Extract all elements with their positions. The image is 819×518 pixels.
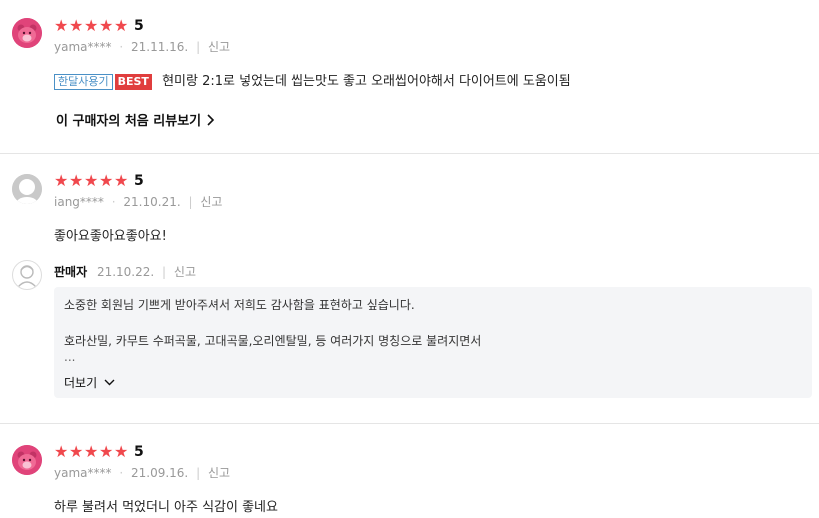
seller-reply-date: 21.10.22. — [96, 265, 155, 279]
review-content: 좋아요좋아요좋아요! — [54, 229, 167, 244]
review-text: 하루 불려서 먹었더니 아주 식감이 좋네요 — [54, 496, 278, 515]
chevron-down-icon — [104, 379, 115, 386]
seller-reply-line: 소중한 회원님 기쁘게 받아주셔서 저희도 감사함을 표현하고 싶습니다. — [64, 298, 415, 312]
bear-avatar-icon — [12, 18, 42, 48]
review-content: 하루 불려서 먹었더니 아주 식감이 좋네요 — [54, 500, 278, 515]
star-icon: ★ — [114, 16, 129, 35]
rating-stars: ★ ★ ★ ★ ★ 5 — [54, 442, 144, 461]
review-meta: iang**** · 21.10.21. | 신고 — [54, 193, 222, 210]
avatar — [12, 174, 42, 204]
seller-report-button[interactable]: 신고 — [174, 265, 196, 279]
meta-dot: · — [119, 466, 124, 480]
seller-name: 판매자 — [54, 265, 88, 279]
rating-score: 5 — [134, 173, 144, 189]
review-divider — [0, 153, 819, 154]
seller-avatar — [12, 260, 42, 290]
star-icon: ★ — [84, 16, 99, 35]
meta-divider: | — [188, 195, 193, 209]
star-icon: ★ — [84, 171, 99, 190]
more-button[interactable]: 더보기 — [64, 374, 115, 391]
review-content: 현미랑 2:1로 넣었는데 씹는맛도 좋고 오래씹어야해서 다이어트에 도움이됨 — [162, 74, 571, 89]
star-icon: ★ — [54, 171, 69, 190]
default-user-icon — [12, 174, 42, 204]
meta-dot: · — [111, 195, 116, 209]
report-button[interactable]: 신고 — [208, 466, 230, 480]
seller-reply-ellipsis: ... — [64, 350, 76, 364]
seller-icon — [17, 265, 37, 288]
more-label: 더보기 — [64, 376, 98, 390]
star-icon: ★ — [84, 442, 99, 461]
chevron-right-icon — [207, 114, 214, 126]
report-button[interactable]: 신고 — [200, 195, 222, 209]
review-date: 21.09.16. — [130, 466, 189, 480]
bear-avatar-icon — [12, 445, 42, 475]
star-icon: ★ — [99, 442, 114, 461]
review-date: 21.11.16. — [130, 40, 189, 54]
review-divider — [0, 423, 819, 424]
review-date: 21.10.21. — [123, 195, 181, 209]
star-icon: ★ — [99, 171, 114, 190]
star-icon: ★ — [54, 442, 69, 461]
reviewer-id: yama**** — [54, 466, 112, 480]
seller-reply-line: 호라산밀, 카무트 수퍼곡물, 고대곡물,오리엔탈밀, 등 여러가지 명칭으로 … — [64, 334, 482, 348]
star-icon: ★ — [114, 171, 129, 190]
star-icon: ★ — [99, 16, 114, 35]
review-meta: yama**** · 21.11.16. | 신고 — [54, 38, 230, 55]
star-icon: ★ — [69, 442, 84, 461]
rating-stars: ★ ★ ★ ★ ★ 5 — [54, 171, 144, 190]
best-tag: BEST — [114, 74, 152, 90]
review-meta: yama**** · 21.09.16. | 신고 — [54, 464, 230, 481]
report-button[interactable]: 신고 — [208, 40, 230, 54]
first-review-label: 이 구매자의 처음 리뷰보기 — [56, 114, 202, 129]
star-icon: ★ — [114, 442, 129, 461]
meta-divider: | — [196, 40, 201, 54]
review-text: 좋아요좋아요좋아요! — [54, 225, 167, 244]
review-text: 한달사용기 BEST 현미랑 2:1로 넣었는데 씹는맛도 좋고 오래씹어야해서 … — [54, 70, 571, 90]
avatar — [12, 18, 42, 48]
star-icon: ★ — [69, 16, 84, 35]
star-icon: ★ — [54, 16, 69, 35]
seller-reply-box: 소중한 회원님 기쁘게 받아주셔서 저희도 감사함을 표현하고 싶습니다. 호라… — [54, 287, 812, 398]
first-review-link[interactable]: 이 구매자의 처음 리뷰보기 — [56, 110, 215, 129]
avatar — [12, 445, 42, 475]
reviewer-id: yama**** — [54, 40, 112, 54]
star-icon: ★ — [69, 171, 84, 190]
rating-score: 5 — [134, 444, 144, 460]
meta-dot: · — [119, 40, 124, 54]
seller-meta: 판매자 21.10.22. | 신고 — [54, 263, 196, 280]
meta-divider: | — [162, 265, 167, 279]
meta-divider: | — [196, 466, 201, 480]
month-usage-tag: 한달사용기 — [54, 74, 113, 90]
rating-stars: ★ ★ ★ ★ ★ 5 — [54, 16, 144, 35]
rating-score: 5 — [134, 18, 144, 34]
reviewer-id: iang**** — [54, 195, 104, 209]
